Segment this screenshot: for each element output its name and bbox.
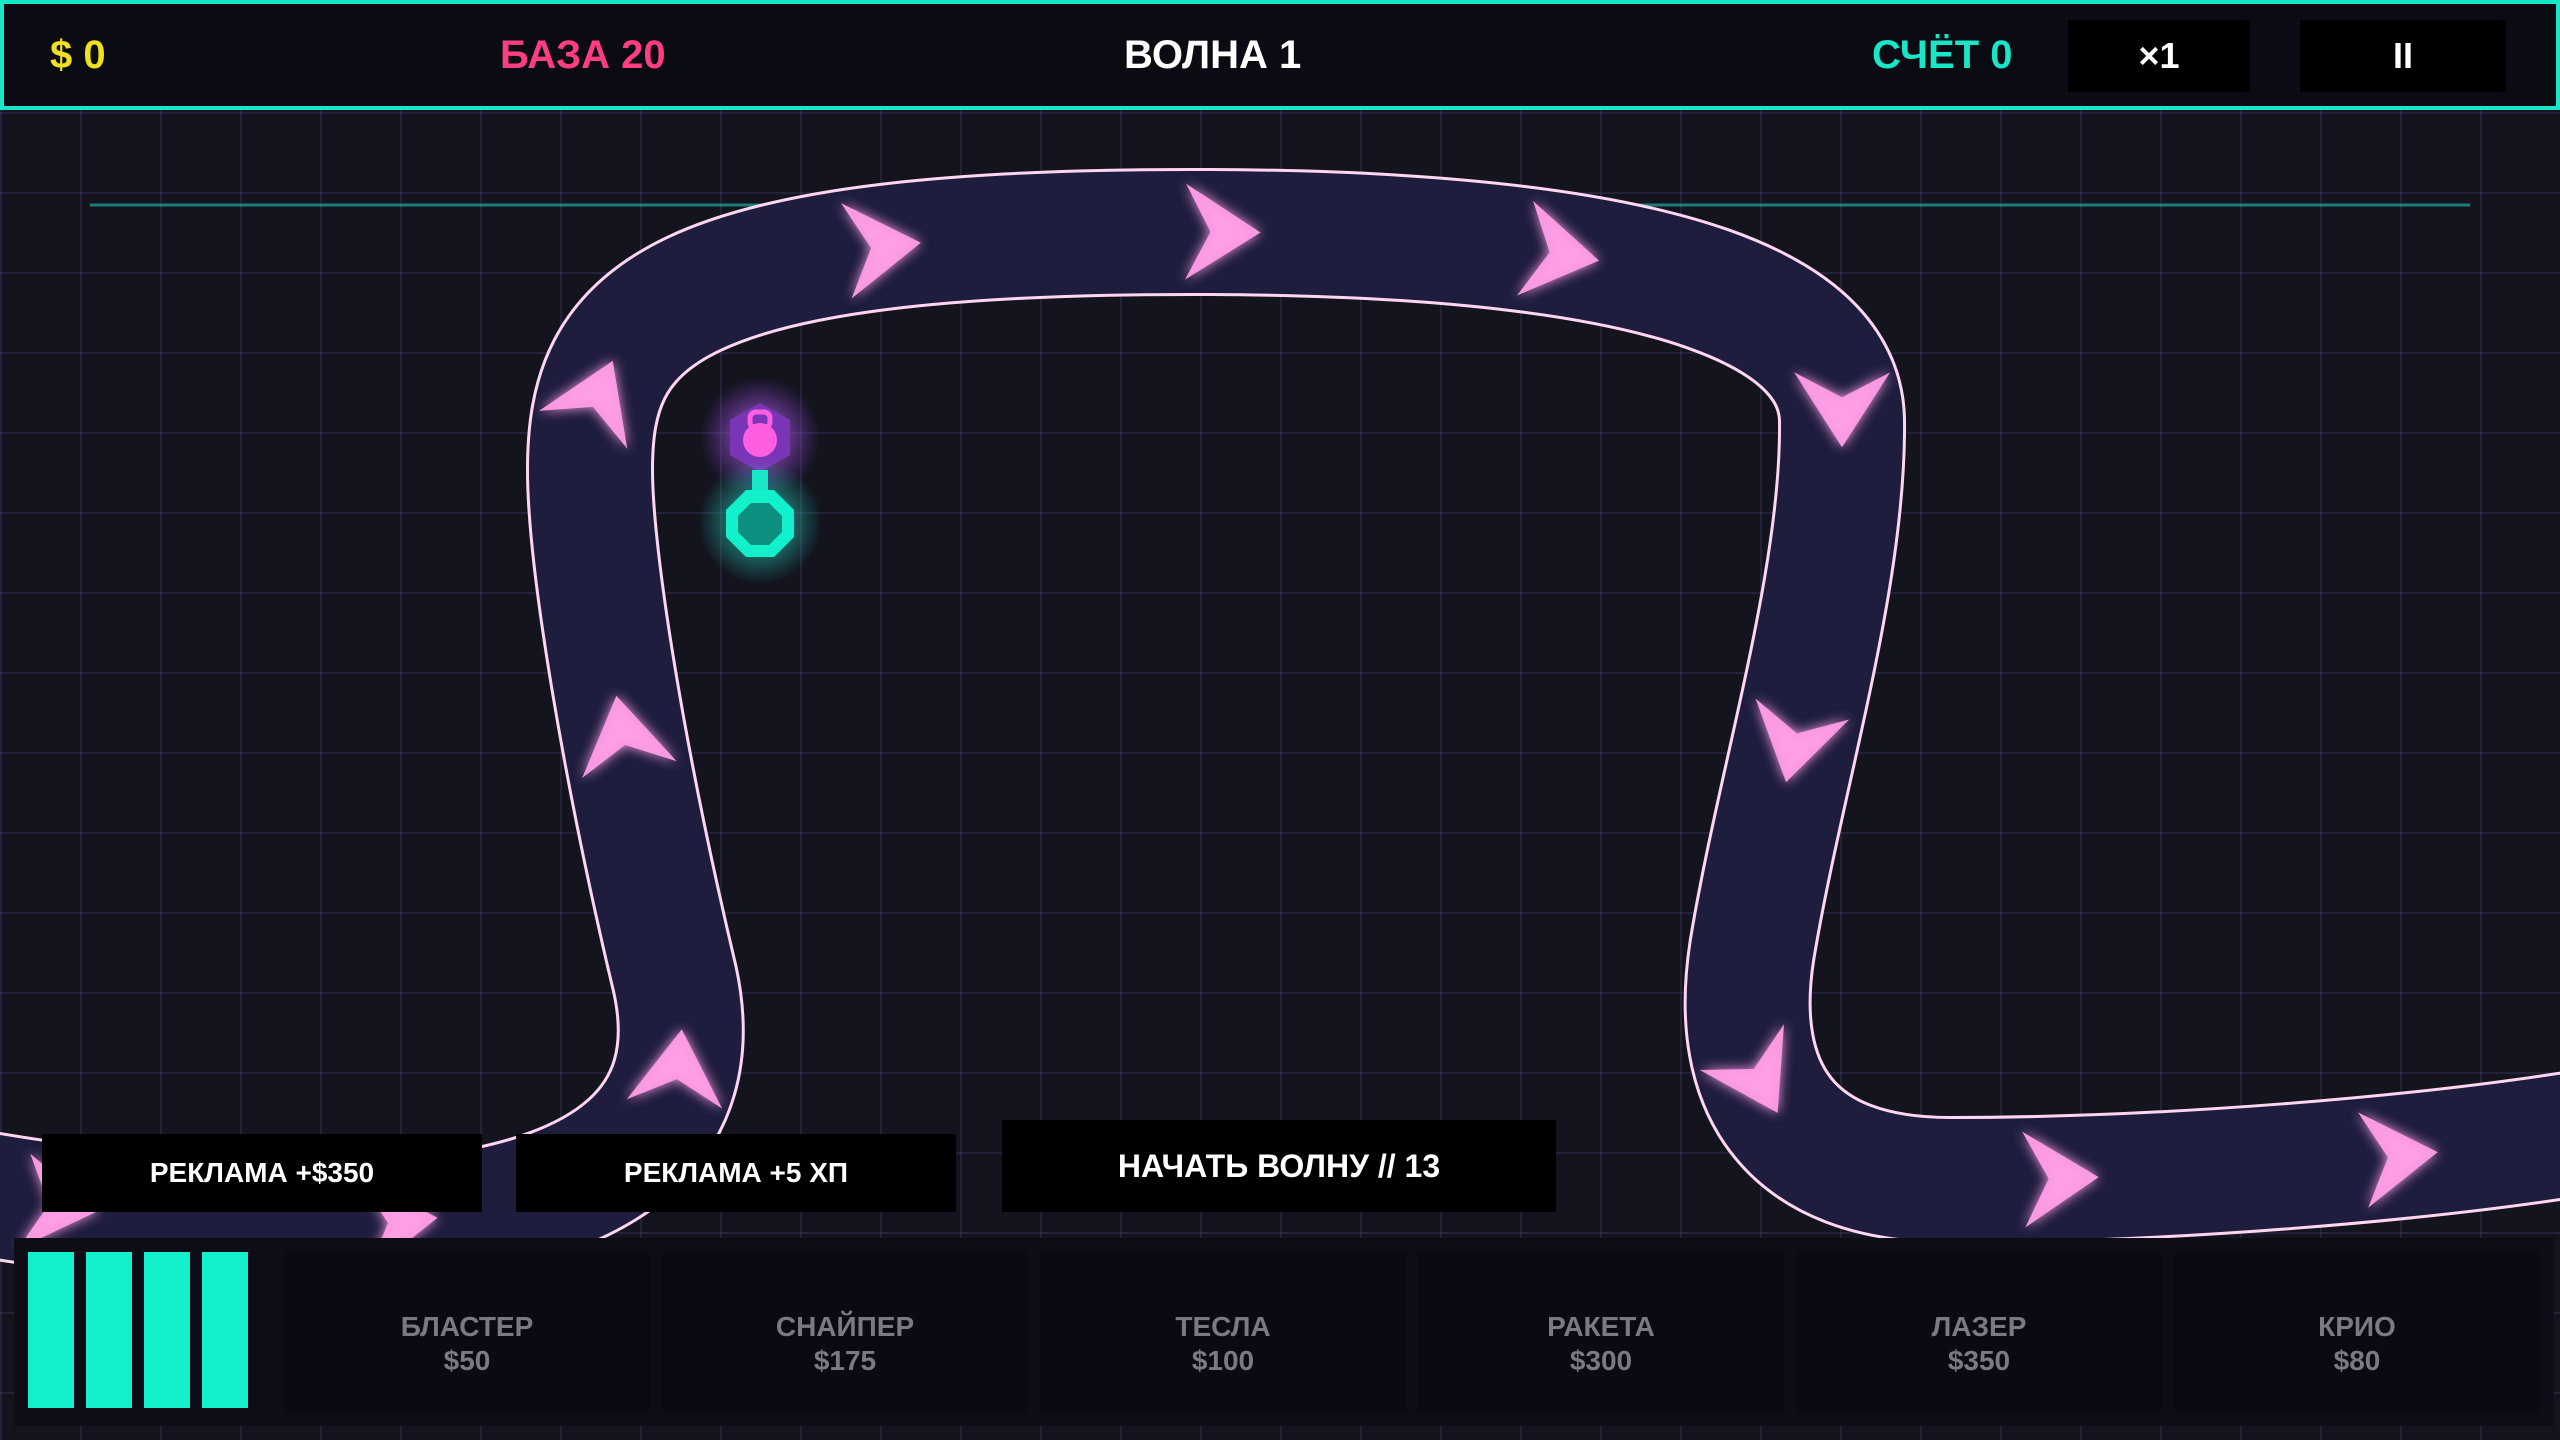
enemy-path — [0, 167, 2560, 1289]
tower-slot-laser[interactable]: ЛАЗЕР $350 — [1796, 1252, 2162, 1412]
tower-slot-cryo[interactable]: КРИО $80 — [2174, 1252, 2540, 1412]
ad-money-button[interactable]: РЕКЛАМА +$350 — [42, 1134, 482, 1212]
blaster-tower[interactable] — [698, 460, 822, 584]
speed-button[interactable]: ×1 — [2068, 20, 2250, 92]
tower-cost: $350 — [1947, 1345, 2011, 1376]
menu-bars-icon[interactable] — [28, 1252, 264, 1408]
tower-slot-blaster[interactable]: БЛАСТЕР $50 — [284, 1252, 650, 1412]
ad-hp-button[interactable]: РЕКЛАМА +5 ХП — [516, 1134, 956, 1212]
path-outline — [0, 167, 2560, 1289]
tower-name: КРИО — [2318, 1311, 2396, 1342]
tower-name: ТЕСЛА — [1175, 1311, 1271, 1342]
tower-slot-rocket[interactable]: РАКЕТА $300 — [1418, 1252, 1784, 1412]
tower-slot-tesla[interactable]: ТЕСЛА $100 — [1040, 1252, 1406, 1412]
tower-cost: $175 — [813, 1345, 877, 1376]
pause-button[interactable]: II — [2300, 20, 2506, 92]
tower-cost: $50 — [443, 1345, 491, 1376]
start-wave-button[interactable]: НАЧАТЬ ВОЛНУ // 13 — [1002, 1120, 1556, 1212]
path-body — [0, 170, 2560, 1286]
tower-slot-sniper[interactable]: СНАЙПЕР $175 — [662, 1252, 1028, 1412]
tower-shop-bar: БЛАСТЕР $50 СНАЙПЕР $175 ТЕСЛА $100 РАКЕ… — [14, 1238, 2554, 1426]
tower-cost: $100 — [1191, 1345, 1255, 1376]
wave-counter: ВОЛНА 1 — [1124, 33, 1302, 77]
score-counter: СЧЁТ 0 — [1872, 33, 2013, 77]
game-field[interactable]: $ 0 БАЗА 20 ВОЛНА 1 СЧЁТ 0 ×1 II РЕКЛАМА… — [0, 0, 2560, 1440]
tower-name: ЛАЗЕР — [1931, 1311, 2027, 1342]
tower-cost: $300 — [1569, 1345, 1633, 1376]
tower-name: РАКЕТА — [1547, 1311, 1655, 1342]
base-health: БАЗА 20 — [500, 33, 666, 77]
money-counter: $ 0 — [50, 33, 106, 77]
tower-cost: $80 — [2333, 1345, 2381, 1376]
tower-name: СНАЙПЕР — [775, 1311, 915, 1342]
tower-name: БЛАСТЕР — [400, 1311, 534, 1342]
top-hud: $ 0 БАЗА 20 ВОЛНА 1 СЧЁТ 0 ×1 II — [0, 0, 2560, 110]
